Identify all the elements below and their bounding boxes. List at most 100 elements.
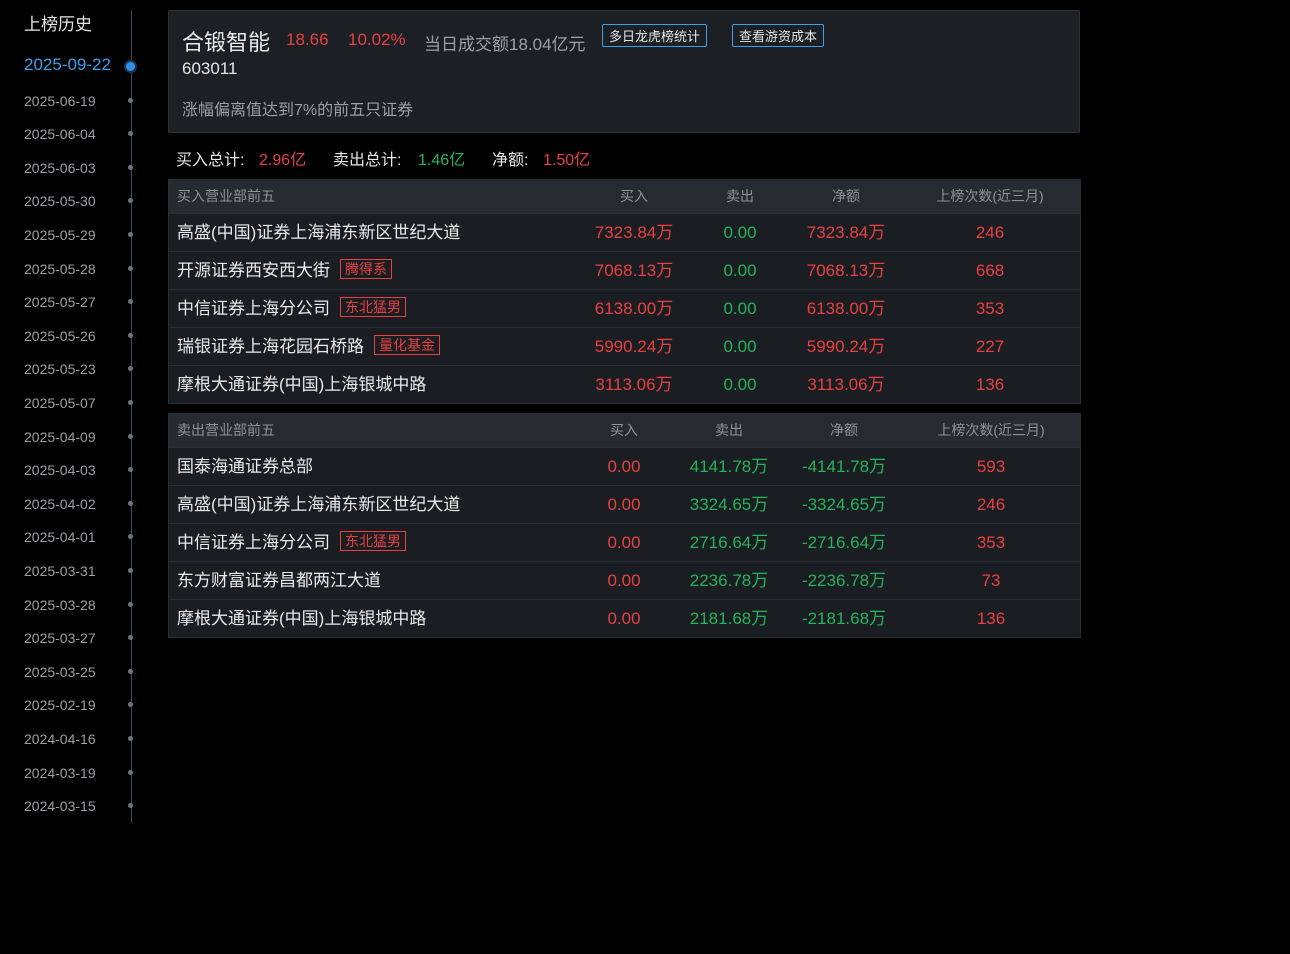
history-date-item[interactable]: 2025-03-25: [24, 662, 136, 682]
timeline-dot-icon: [128, 232, 133, 237]
net-value-cell: -2181.68万: [801, 609, 887, 628]
view-cost-button[interactable]: 查看游资成本: [732, 24, 825, 47]
history-date-item[interactable]: 2024-04-16: [24, 729, 136, 749]
timeline-dot-icon: [128, 467, 133, 472]
broker-name: 东方财富证券昌都两江大道: [177, 571, 381, 590]
column-header: 买入: [610, 422, 638, 438]
broker-name: 高盛(中国)证券上海浦东新区世纪大道: [177, 223, 461, 242]
sell-value-cell: 0.00: [723, 261, 757, 280]
history-date-item[interactable]: 2025-04-01: [24, 527, 136, 547]
table-row[interactable]: 瑞银证券上海花园石桥路 量化基金 5990.24万 0.00 5990.24万 227: [169, 327, 1080, 365]
history-date-item[interactable]: 2025-06-03: [24, 158, 136, 178]
timeline-dot-icon: [126, 62, 135, 71]
table-row[interactable]: 中信证券上海分公司 东北猛男 0.00 2716.64万 -2716.64万 353: [169, 523, 1080, 561]
trader-tag-badge[interactable]: 东北猛男: [340, 531, 406, 551]
history-date-item[interactable]: 2025-05-07: [24, 393, 136, 413]
history-date-item[interactable]: 2025-04-03: [24, 460, 136, 480]
table-row[interactable]: 高盛(中国)证券上海浦东新区世纪大道 0.00 3324.65万 -3324.65万 2…: [169, 485, 1080, 523]
broker-name: 高盛(中国)证券上海浦东新区世纪大道: [177, 495, 461, 514]
history-date-item[interactable]: 2025-05-23: [24, 359, 136, 379]
history-date-item[interactable]: 2025-09-22: [24, 55, 136, 77]
history-date-item[interactable]: 2024-03-15: [24, 796, 136, 816]
buy-value-cell: 6138.00万: [594, 299, 674, 318]
timeline-dot-icon: [128, 635, 133, 640]
history-date-item[interactable]: 2025-04-09: [24, 427, 136, 447]
table-row[interactable]: 摩根大通证券(中国)上海银城中路 3113.06万 0.00 3113.06万 136: [169, 365, 1080, 403]
table-row[interactable]: 高盛(中国)证券上海浦东新区世纪大道 7323.84万 0.00 7323.84万 24…: [169, 213, 1080, 251]
buy-value-cell: 0.00: [607, 571, 641, 590]
table-row[interactable]: 国泰海通证券总部 0.00 4141.78万 -4141.78万 593: [169, 447, 1080, 485]
broker-name-cell: 开源证券西安西大街 腾得系: [177, 252, 392, 289]
table-row[interactable]: 开源证券西安西大街 腾得系 7068.13万 0.00 7068.13万 668: [169, 251, 1080, 289]
history-date-label: 2025-05-28: [24, 261, 96, 277]
timeline-dot-icon: [128, 669, 133, 674]
count-value-cell: 246: [976, 495, 1006, 514]
history-date-item[interactable]: 2025-06-04: [24, 124, 136, 144]
history-date-label: 2025-05-30: [24, 193, 96, 209]
history-date-item[interactable]: 2024-03-19: [24, 763, 136, 783]
history-date-item[interactable]: 2025-03-31: [24, 561, 136, 581]
history-date-label: 2024-03-19: [24, 765, 96, 781]
timeline-dot-icon: [128, 400, 133, 405]
count-value-cell: 593: [976, 457, 1006, 476]
sell-value-cell: 2181.68万: [689, 609, 769, 628]
table-row[interactable]: 东方财富证券昌都两江大道 0.00 2236.78万 -2236.78万 73: [169, 561, 1080, 599]
broker-name: 摩根大通证券(中国)上海银城中路: [177, 375, 427, 394]
broker-name-cell: 高盛(中国)证券上海浦东新区世纪大道: [177, 214, 460, 251]
broker-name-cell: 摩根大通证券(中国)上海银城中路: [177, 600, 426, 637]
column-header: 上榜次数(近三月): [936, 188, 1044, 204]
multi-day-stats-button[interactable]: 多日龙虎榜统计: [602, 24, 708, 47]
history-date-item[interactable]: 2025-02-19: [24, 695, 136, 715]
net-value-cell: -2716.64万: [801, 533, 887, 552]
history-date-label: 2025-03-31: [24, 563, 96, 579]
stock-code: 603011: [182, 59, 238, 78]
table-row[interactable]: 摩根大通证券(中国)上海银城中路 0.00 2181.68万 -2181.68万 136: [169, 599, 1080, 637]
history-date-label: 2025-05-23: [24, 361, 96, 377]
broker-name-cell: 中信证券上海分公司 东北猛男: [177, 290, 406, 327]
history-date-label: 2025-06-04: [24, 126, 96, 142]
sell-value-cell: 0.00: [723, 223, 757, 242]
history-date-item[interactable]: 2025-05-26: [24, 326, 136, 346]
history-date-item[interactable]: 2025-03-28: [24, 595, 136, 615]
history-date-item[interactable]: 2025-05-28: [24, 259, 136, 279]
history-date-item[interactable]: 2025-05-27: [24, 292, 136, 312]
broker-name-cell: 国泰海通证券总部: [177, 448, 313, 485]
timeline-dot-icon: [128, 165, 133, 170]
buy-value-cell: 3113.06万: [595, 375, 673, 394]
buy-value-cell: 0.00: [607, 457, 641, 476]
broker-name-cell: 高盛(中国)证券上海浦东新区世纪大道: [177, 486, 460, 523]
history-date-label: 2025-04-02: [24, 496, 96, 512]
sell-value-cell: 3324.65万: [689, 495, 769, 514]
history-date-item[interactable]: 2025-05-29: [24, 225, 136, 245]
count-value-cell: 246: [975, 223, 1005, 242]
count-value-cell: 668: [975, 261, 1005, 280]
net-value-cell: 7323.84万: [806, 223, 886, 242]
buy-total-value: 2.96亿: [259, 152, 307, 169]
history-date-item[interactable]: 2025-03-27: [24, 628, 136, 648]
trader-tag-badge[interactable]: 腾得系: [340, 259, 392, 279]
sell-value-cell: 2716.64万: [689, 533, 769, 552]
table-row[interactable]: 中信证券上海分公司 东北猛男 6138.00万 0.00 6138.00万 353: [169, 289, 1080, 327]
count-value-cell: 136: [976, 609, 1006, 628]
timeline-dot-icon: [128, 702, 133, 707]
column-header: 卖出营业部前五: [177, 422, 275, 438]
net-value-cell: -4141.78万: [801, 457, 887, 476]
history-date-item[interactable]: 2025-06-19: [24, 91, 136, 111]
net-total-value: 1.50亿: [543, 152, 591, 169]
trader-tag-badge[interactable]: 东北猛男: [340, 297, 406, 317]
count-value-cell: 353: [976, 533, 1006, 552]
sell-value-cell: 0.00: [723, 375, 757, 394]
history-date-item[interactable]: 2025-05-30: [24, 191, 136, 211]
trader-tag-badge[interactable]: 量化基金: [374, 335, 440, 355]
column-header: 上榜次数(近三月): [937, 422, 1045, 438]
history-date-label: 2025-06-19: [24, 93, 96, 109]
history-date-item[interactable]: 2025-04-02: [24, 494, 136, 514]
stock-price: 18.66: [286, 30, 329, 49]
stock-change-percent: 10.02%: [348, 30, 406, 49]
sidebar-title: 上榜历史: [24, 15, 92, 34]
timeline-dot-icon: [128, 602, 133, 607]
net-value-cell: -3324.65万: [801, 495, 887, 514]
count-value-cell: 227: [975, 337, 1005, 356]
timeline-dot-icon: [128, 198, 133, 203]
table-header: 买入营业部前五 买入 卖出 净额 上榜次数(近三月): [169, 180, 1080, 213]
